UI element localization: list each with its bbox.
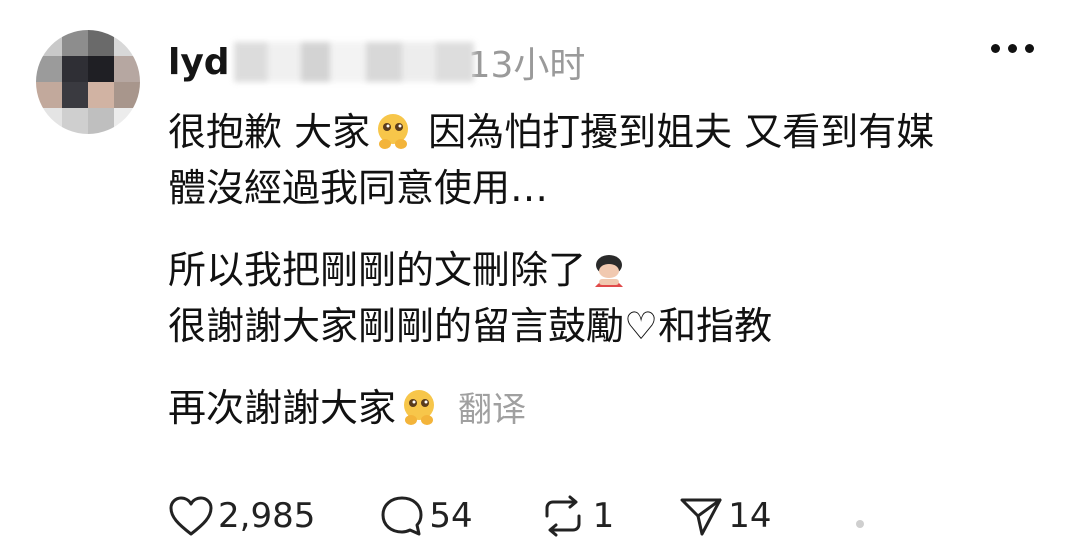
text-segment: 所以我把剛剛的文刪除了 <box>168 248 587 292</box>
translate-link[interactable]: 翻译 <box>458 390 526 430</box>
text-segment: 很抱歉 大家 <box>168 110 371 154</box>
decorative-dot <box>856 520 864 528</box>
pleading-hands-emoji <box>404 390 435 425</box>
post-text-line: 再次謝謝大家 翻译 <box>168 380 1048 436</box>
bowing-person-emoji <box>595 255 624 287</box>
post-text-line: 很謝謝大家剛剛的留言鼓勵♡和指教 <box>168 304 773 348</box>
comment-bubble-icon <box>381 496 423 536</box>
more-options-icon[interactable] <box>991 44 1034 53</box>
text-segment: 因為怕打擾到姐夫 又看到有媒 <box>416 110 935 154</box>
avatar[interactable] <box>36 30 140 134</box>
post-text-line: 很抱歉 大家 因為怕打擾到姐夫 又看到有媒 <box>168 104 1048 160</box>
post-timestamp: 13小时 <box>467 45 586 86</box>
comment-count: 54 <box>429 496 473 536</box>
action-bar: 2,985 54 1 14 <box>168 492 836 540</box>
post-card: lyd 13小时 很抱歉 大家 因為怕打擾到姐夫 又看到有媒 體沒經過我同意使用… <box>0 0 1080 546</box>
repost-icon <box>545 495 581 537</box>
repost-button[interactable]: 1 <box>537 494 615 538</box>
blurred-username-mask <box>233 42 474 82</box>
post-text-line: 所以我把剛剛的文刪除了 <box>168 242 1048 298</box>
like-count: 2,985 <box>218 496 316 536</box>
share-count: 14 <box>728 496 772 536</box>
pleading-hands-emoji <box>378 114 409 149</box>
heart-icon <box>169 496 213 536</box>
like-button[interactable]: 2,985 <box>168 495 315 537</box>
post-text-line: 體沒經過我同意使用… <box>168 166 549 210</box>
post-header: lyd 13小时 <box>168 34 585 90</box>
text-segment: 再次謝謝大家 <box>168 386 397 430</box>
share-button[interactable]: 14 <box>678 494 772 538</box>
username[interactable]: lyd <box>168 42 230 83</box>
comment-button[interactable]: 54 <box>379 494 473 538</box>
send-icon <box>680 498 722 536</box>
post-body: 很抱歉 大家 因為怕打擾到姐夫 又看到有媒 體沒經過我同意使用… 所以我把剛剛的… <box>168 104 1048 436</box>
repost-count: 1 <box>592 496 615 536</box>
